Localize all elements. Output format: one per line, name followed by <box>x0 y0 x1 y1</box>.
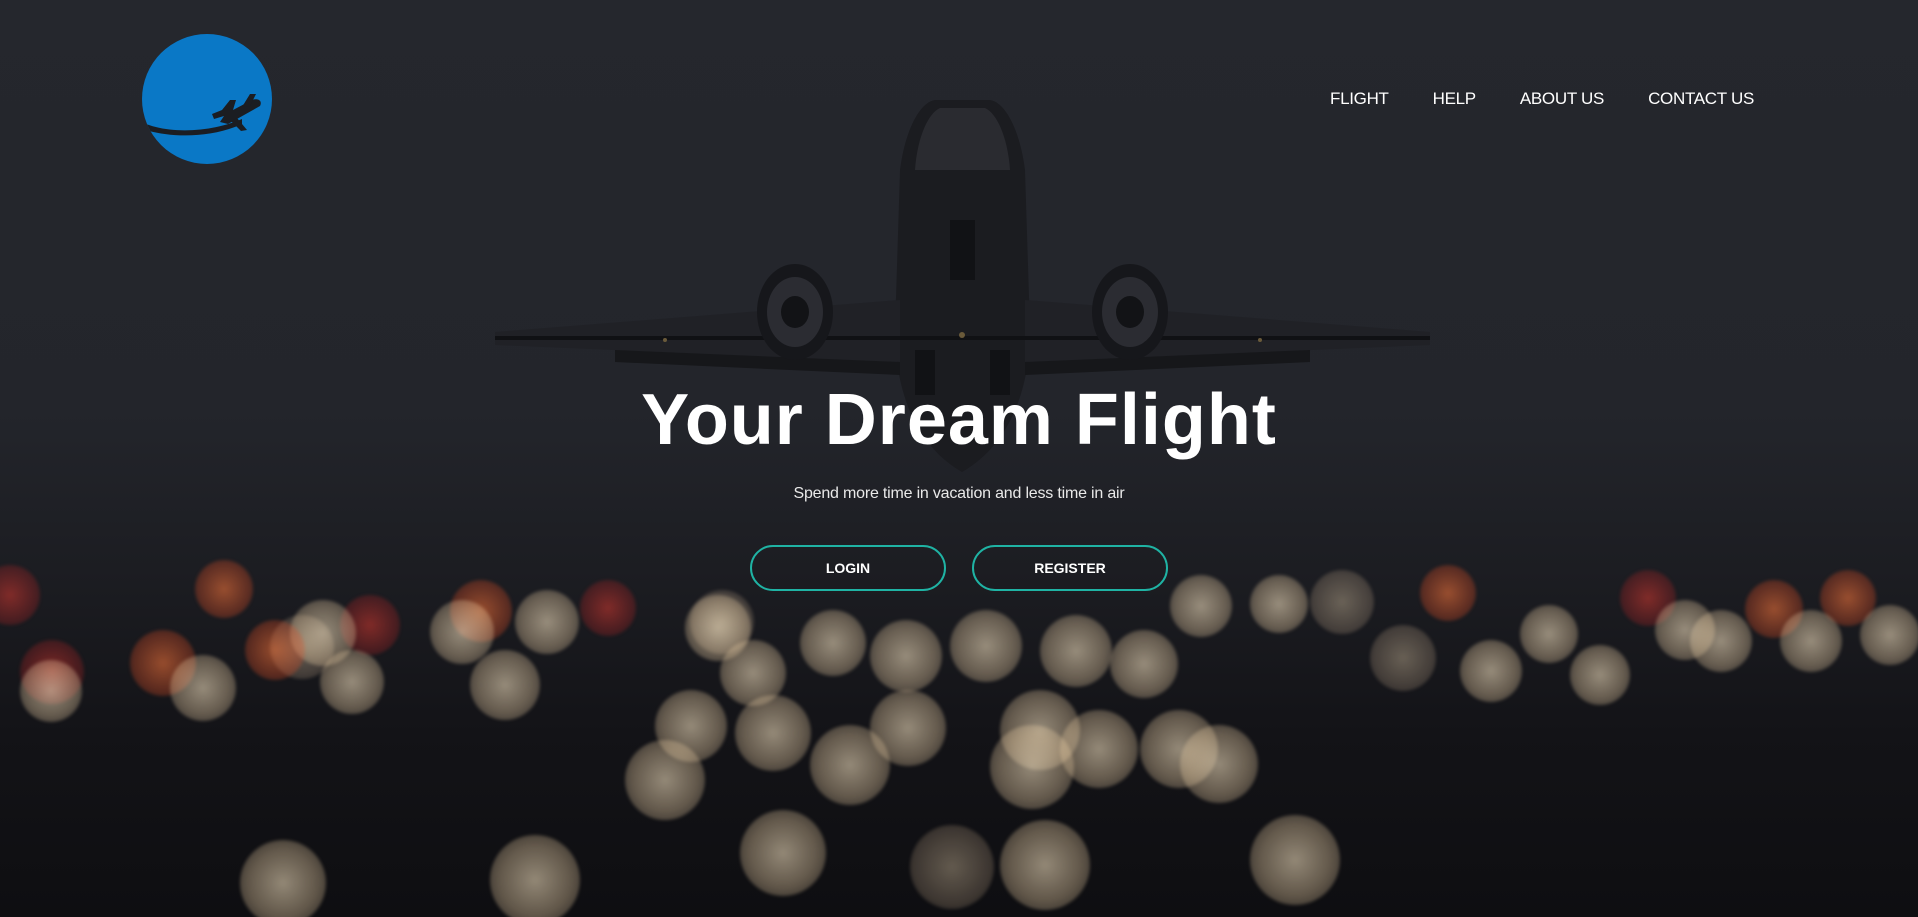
main-nav: FLIGHT HELP ABOUT US CONTACT US <box>1330 89 1754 109</box>
login-button[interactable]: LOGIN <box>750 545 946 591</box>
landing-page: FLIGHT HELP ABOUT US CONTACT US Your Dre… <box>0 0 1918 917</box>
airplane-icon <box>146 94 261 136</box>
nav-help[interactable]: HELP <box>1433 89 1477 109</box>
nav-contact-us[interactable]: CONTACT US <box>1648 89 1754 109</box>
hero-buttons: LOGIN REGISTER <box>0 545 1918 591</box>
airplane-globe-logo[interactable] <box>142 34 272 164</box>
hero-subtitle: Spend more time in vacation and less tim… <box>793 485 1125 502</box>
hero-title: Your Dream Flight <box>641 380 1277 460</box>
nav-about-us[interactable]: ABOUT US <box>1520 89 1605 109</box>
nav-flight[interactable]: FLIGHT <box>1330 89 1389 109</box>
register-button[interactable]: REGISTER <box>972 545 1168 591</box>
hero-section: Your Dream Flight Spend more time in vac… <box>0 375 1918 591</box>
